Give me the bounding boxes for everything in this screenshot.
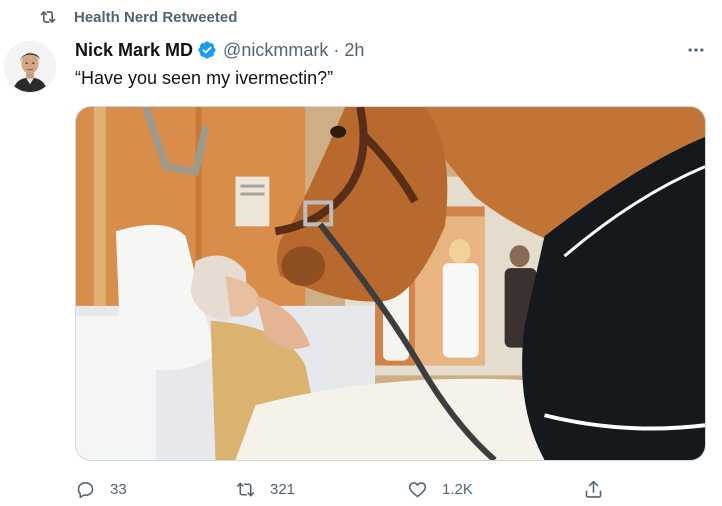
tweet-actions: 33 321 1.2K — [75, 476, 695, 502]
like-count: 1.2K — [442, 480, 473, 498]
verified-badge-icon — [198, 41, 216, 59]
like-button[interactable]: 1.2K — [407, 476, 473, 502]
avatar-image — [5, 42, 55, 92]
retweet-count: 321 — [270, 480, 296, 498]
tweet-header: Nick Mark MD @nickmmark · 2h — [75, 38, 364, 62]
avatar[interactable] — [4, 41, 56, 93]
separator-dot: · — [333, 39, 340, 60]
tweet-text: “Have you seen my ivermectin?” — [75, 68, 334, 88]
reply-count: 33 — [110, 480, 127, 498]
retweet-icon — [40, 11, 56, 23]
reply-button[interactable]: 33 — [75, 476, 127, 502]
share-icon — [585, 480, 602, 498]
retweet-banner-text[interactable]: Health Nerd Retweeted — [74, 9, 237, 26]
heart-icon — [408, 481, 427, 497]
tweet-media-photo[interactable] — [75, 106, 706, 461]
more-horizontal-icon — [688, 48, 704, 52]
more-options-button[interactable] — [684, 38, 708, 62]
retweet-button[interactable]: 321 — [235, 476, 295, 502]
tweet-timestamp[interactable]: 2h — [344, 40, 364, 61]
retweet-banner: Health Nerd Retweeted — [38, 7, 237, 27]
share-button[interactable] — [583, 476, 618, 502]
retweet-icon — [236, 482, 255, 496]
reply-icon — [77, 481, 94, 498]
author-name[interactable]: Nick Mark MD — [75, 40, 193, 61]
author-handle[interactable]: @nickmmark — [223, 40, 328, 61]
hospital-horse-photo — [76, 107, 705, 460]
tweet-card[interactable]: Health Nerd Retweeted Nick Mark MD @nick… — [0, 0, 722, 506]
